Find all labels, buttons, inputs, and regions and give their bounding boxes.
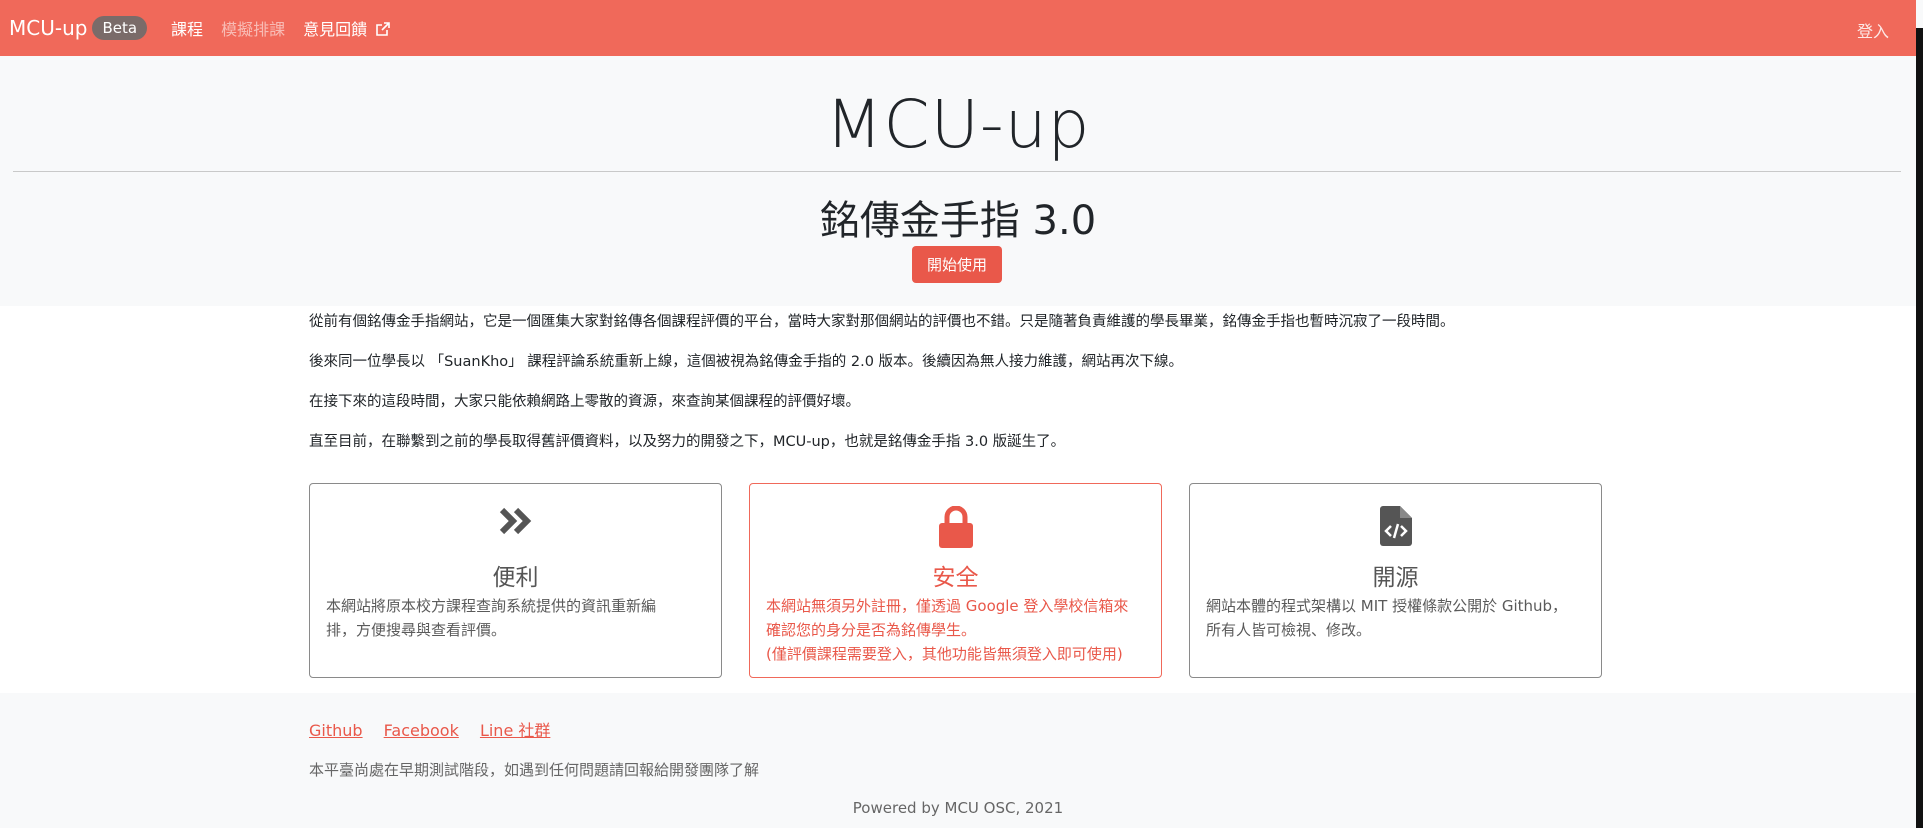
footer-link-github[interactable]: Github [309, 721, 363, 740]
start-button[interactable]: 開始使用 [912, 246, 1002, 283]
nav-feedback[interactable]: 意見回饋 [303, 16, 391, 40]
feature-line: (僅評價課程需要登入，其他功能皆無須登入即可使用) [766, 645, 1123, 663]
lock-icon [938, 506, 973, 548]
intro-paragraph-1: 從前有個銘傳金手指網站，它是一個匯集大家對銘傳各個課程評價的平台，當時大家對那個… [309, 314, 1455, 330]
hero-section: MCU-up 銘傳金手指 3.0 開始使用 [0, 56, 1916, 306]
hero-divider [13, 171, 1901, 172]
intro-paragraph-2: 後來同一位學長以 「SuanKho」 課程評論系統重新上線，這個被視為銘傳金手指… [309, 354, 1184, 370]
feature-line: 本網站將原本校方課程查詢系統提供的資訊重新編 [326, 597, 657, 615]
footer-beta-notice: 本平臺尚處在早期測試階段，如遇到任何問題請回報給開發團隊了解 [309, 761, 760, 779]
feature-title: 便利 [492, 565, 539, 591]
nav-feedback-label[interactable]: 意見回饋 [303, 20, 367, 39]
footer-links: Github Facebook Line 社群 [309, 717, 566, 741]
login-link[interactable]: 登入 [1857, 18, 1889, 42]
beta-badge: Beta [92, 16, 148, 40]
window-edge [1916, 28, 1923, 828]
external-link-icon [376, 22, 390, 36]
footer-link-facebook[interactable]: Facebook [384, 721, 459, 740]
footer-link-line[interactable]: Line 社群 [480, 721, 550, 740]
feature-title: 安全 [932, 565, 979, 591]
hero-title: MCU-up [825, 86, 1091, 163]
powered-by: Powered by MCU OSC, 2021 [852, 799, 1064, 817]
feature-card-convenience: 便利 本網站將原本校方課程查詢系統提供的資訊重新編 排，方便搜尋與查看評價。 [309, 483, 722, 678]
feature-card-security: 安全 本網站無須另外註冊，僅透過 Google 登入學校信箱來 確認您的身分是否… [749, 483, 1162, 678]
feature-title: 開源 [1372, 565, 1419, 591]
hero-subtitle: 銘傳金手指 3.0 [819, 198, 1097, 244]
feature-line: 排，方便搜尋與查看評價。 [326, 621, 507, 639]
feature-description: 本網站無須另外註冊，僅透過 Google 登入學校信箱來 確認您的身分是否為銘傳… [766, 594, 1147, 666]
intro-paragraph-3: 在接下來的這段時間，大家只能依賴網路上零散的資源，來查詢某個課程的評價好壞。 [309, 394, 860, 410]
brand-name[interactable]: MCU-up [9, 16, 87, 40]
feature-card-open-source: 開源 網站本體的程式架構以 MIT 授權條款公開於 Github， 所有人皆可檢… [1189, 483, 1602, 678]
nav-schedule-simulator: 模擬排課 [221, 20, 286, 39]
intro-paragraph-4: 直至目前，在聯繫到之前的學長取得舊評價資料，以及努力的開發之下，MCU-up，也… [309, 434, 1066, 450]
brand[interactable]: MCU-up Beta [9, 16, 148, 40]
top-navbar: MCU-up Beta 課程 模擬排課 意見回饋 登入 [0, 0, 1916, 56]
feature-line: 所有人皆可檢視、修改。 [1206, 621, 1372, 639]
code-file-icon [1379, 506, 1412, 546]
feature-line: 確認您的身分是否為銘傳學生。 [766, 621, 977, 639]
feature-line: 本網站無須另外註冊，僅透過 Google 登入學校信箱來 [766, 597, 1129, 615]
double-chevron-right-icon [499, 507, 531, 535]
nav-courses[interactable]: 課程 [171, 16, 203, 40]
feature-description: 本網站將原本校方課程查詢系統提供的資訊重新編 排，方便搜尋與查看評價。 [326, 594, 707, 642]
feature-description: 網站本體的程式架構以 MIT 授權條款公開於 Github， 所有人皆可檢視、修… [1206, 594, 1587, 642]
feature-line: 網站本體的程式架構以 MIT 授權條款公開於 Github， [1206, 597, 1568, 615]
footer: Github Facebook Line 社群 本平臺尚處在早期測試階段，如遇到… [0, 693, 1916, 828]
